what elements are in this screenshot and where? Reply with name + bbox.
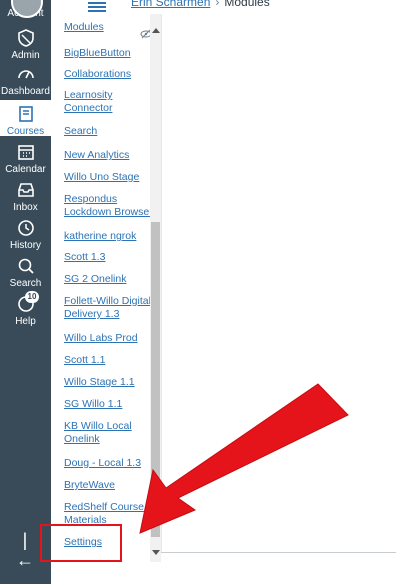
course-nav-doug-local-1-3[interactable]: Doug - Local 1.3 [64, 457, 150, 470]
breadcrumb: Erin Scharmen › Modules [131, 0, 270, 8]
nav-courses[interactable]: Courses [0, 100, 51, 137]
course-nav-new-analytics[interactable]: New Analytics [64, 149, 150, 162]
course-nav-katherine-ngrok[interactable]: katherine ngrok [64, 230, 150, 243]
course-nav-willo-stage-1-1[interactable]: Willo Stage 1.1 [64, 376, 150, 389]
nav-history[interactable]: History [0, 218, 51, 252]
course-nav-search[interactable]: Search [64, 125, 150, 138]
course-nav-collaborations[interactable]: Collaborations [64, 68, 150, 81]
nav-help[interactable]: 10 Help [0, 291, 51, 328]
shield-icon [17, 29, 34, 47]
nav-search[interactable]: Search [0, 256, 51, 290]
collapse-nav-button[interactable]: |← [14, 530, 36, 570]
course-navigation: Modules BigBlueButton Collaborations Lea… [60, 14, 150, 562]
breadcrumb-current: Modules [224, 0, 270, 9]
magnifier-icon [18, 258, 34, 274]
nav-account[interactable]: Account [0, 0, 51, 22]
inbox-icon [17, 183, 34, 197]
scrollbar-thumb[interactable] [151, 222, 160, 537]
course-nav-scott-1-1[interactable]: Scott 1.1 [64, 354, 150, 367]
nav-inbox-label: Inbox [13, 202, 38, 213]
calendar-icon [17, 145, 34, 160]
breadcrumb-course-link[interactable]: Erin Scharmen [131, 0, 210, 9]
course-nav-sg-willo-1-1[interactable]: SG Willo 1.1 [64, 398, 150, 411]
course-nav-bigbluebutton[interactable]: BigBlueButton [64, 47, 150, 60]
content-divider [161, 14, 162, 552]
nav-help-label: Help [15, 316, 36, 327]
nav-calendar-label: Calendar [5, 164, 46, 175]
nav-dashboard-label: Dashboard [1, 86, 50, 97]
scroll-up-arrow-icon[interactable] [152, 28, 160, 33]
nav-courses-label: Courses [6, 126, 45, 137]
speedometer-icon [17, 70, 34, 79]
course-nav-willo-labs-prod[interactable]: Willo Labs Prod [64, 332, 150, 345]
course-nav-learnosity-connector[interactable]: Learnosity Connector [64, 89, 150, 115]
top-bar: Erin Scharmen › Modules [51, 0, 411, 14]
course-nav-modules[interactable]: Modules [64, 21, 150, 34]
nav-admin[interactable]: Admin [0, 28, 51, 62]
global-navigation: Account Admin Dashboard Courses Calendar [0, 0, 51, 584]
clock-icon [17, 220, 34, 236]
nav-calendar[interactable]: Calendar [0, 142, 51, 176]
nav-search-label: Search [9, 278, 42, 289]
nav-history-label: History [9, 240, 42, 251]
breadcrumb-separator: › [215, 0, 220, 9]
course-nav-sg-2-onelink[interactable]: SG 2 Onelink [64, 273, 150, 286]
nav-admin-label: Admin [11, 50, 40, 61]
hidden-eye-slash-icon [140, 29, 150, 39]
scroll-down-arrow-icon[interactable] [152, 550, 160, 555]
course-nav-scott-1-3[interactable]: Scott 1.3 [64, 251, 150, 264]
content-footer-rule [161, 552, 396, 553]
settings-highlight-box [40, 524, 122, 562]
course-nav-willo-uno-stage[interactable]: Willo Uno Stage [64, 171, 150, 184]
course-nav-brytewave[interactable]: BryteWave [64, 479, 150, 492]
help-badge-count: 10 [25, 291, 39, 303]
nav-inbox[interactable]: Inbox [0, 180, 51, 214]
hamburger-menu-icon[interactable] [88, 2, 106, 12]
course-nav-kb-willo-local-onelink[interactable]: KB Willo Local Onelink [64, 420, 150, 446]
course-nav-follett-willo-digital[interactable]: Follett-Willo Digital Delivery 1.3 [64, 295, 150, 321]
book-icon [18, 106, 33, 122]
course-nav-scrollbar[interactable] [150, 14, 161, 562]
course-nav-respondus[interactable]: Respondus Lockdown Browser [64, 193, 150, 219]
nav-dashboard[interactable]: Dashboard [0, 64, 51, 98]
